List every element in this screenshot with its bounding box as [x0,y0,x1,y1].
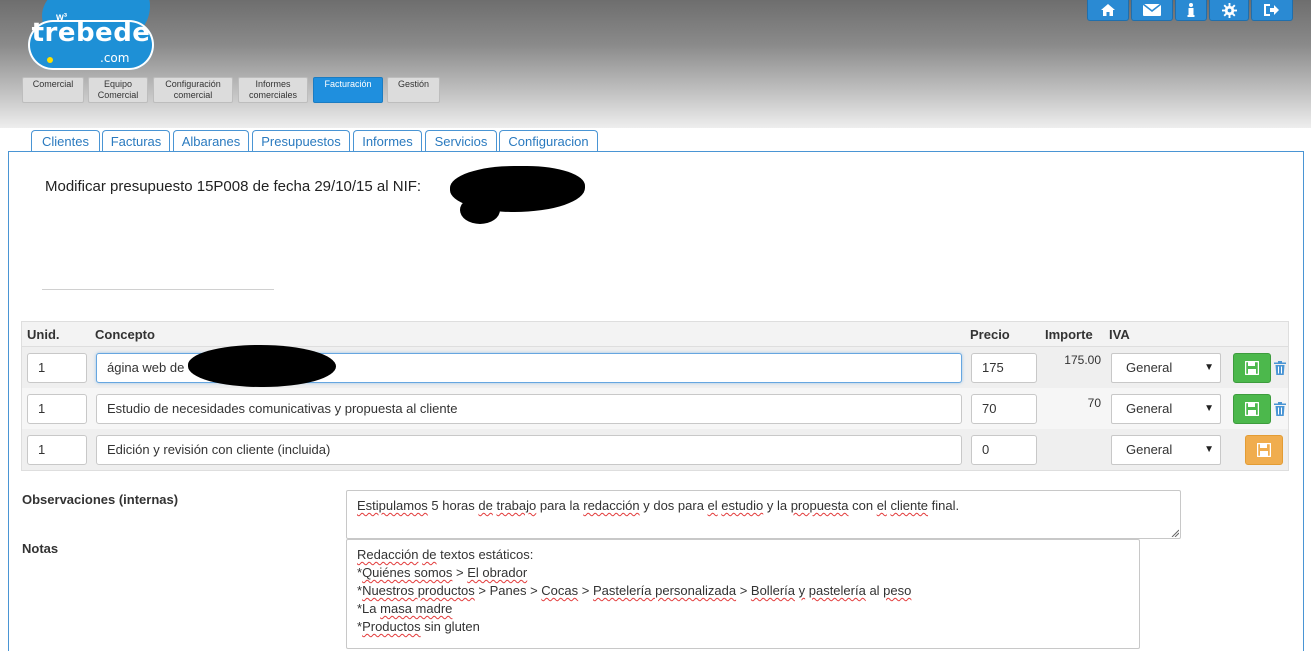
concepto-input[interactable]: Edición y revisión con cliente (incluida… [96,435,962,465]
observaciones-label: Observaciones (internas) [22,492,179,507]
info-icon [1187,3,1195,17]
unid-input[interactable]: 1 [27,353,87,383]
precio-input[interactable]: 70 [971,394,1037,424]
notas-label: Notas [22,541,59,556]
home-icon [1101,4,1115,16]
floppy-icon [1245,402,1259,416]
header-concepto: Concepto [95,327,155,342]
tab-informes[interactable]: Informes [353,130,422,152]
module-gestion[interactable]: Gestión [387,77,440,103]
envelope-icon [1143,4,1161,16]
tab-presupuestos[interactable]: Presupuestos [252,130,350,152]
importe-value: 70 [1087,396,1101,410]
logout-button[interactable] [1251,0,1293,21]
observaciones-textarea[interactable]: Estipulamos 5 horas de trabajo para la r… [346,490,1181,539]
logo-name: trebede [31,18,151,48]
concepto-input[interactable]: Estudio de necesidades comunicativas y p… [96,394,962,424]
trash-icon[interactable] [1274,361,1286,375]
redaction-blob [188,345,336,387]
tab-albaranes[interactable]: Albaranes [173,130,249,152]
header-iva: IVA [1109,327,1130,342]
save-row-button[interactable] [1233,353,1271,383]
redaction-blob [460,196,500,224]
save-new-row-button[interactable] [1245,435,1283,465]
logout-icon [1264,4,1279,16]
module-equipo-comercial[interactable]: Equipo Comercial [88,77,148,103]
page-title: Modificar presupuesto 15P008 de fecha 29… [45,178,422,195]
divider [42,289,274,290]
logo-domain: .com [100,51,130,65]
caret-down-icon: ▼ [1204,444,1214,455]
module-informes-comerciales[interactable]: Informes comerciales [238,77,308,103]
module-configuracion-comercial[interactable]: Configuración comercial [153,77,233,103]
header-importe: Importe [1045,327,1093,342]
header-unid: Unid. [27,327,60,342]
settings-button[interactable] [1209,0,1249,21]
notas-line: *Nuestros productos > Panes > Cocas > Pa… [357,583,912,598]
trash-icon[interactable] [1274,402,1286,416]
items-table-header: Unid. Concepto Precio Importe IVA [21,321,1289,347]
module-facturacion[interactable]: Facturación [313,77,383,103]
notas-line: *Productos sin gluten [357,619,480,634]
floppy-icon [1245,361,1259,375]
header-precio: Precio [970,327,1010,342]
caret-down-icon: ▼ [1204,403,1214,414]
iva-select[interactable]: General ▼ [1111,435,1221,465]
home-button[interactable] [1087,0,1129,21]
floppy-icon [1257,443,1271,457]
tab-facturas[interactable]: Facturas [102,130,170,152]
unid-input[interactable]: 1 [27,394,87,424]
precio-input[interactable]: 175 [971,353,1037,383]
tab-configuracion[interactable]: Configuracion [499,130,598,152]
notas-line: Redacción de textos estáticos: [357,547,534,562]
tab-clientes[interactable]: Clientes [31,130,100,152]
tab-servicios[interactable]: Servicios [425,130,497,152]
info-button[interactable] [1175,0,1207,21]
iva-select[interactable]: General ▼ [1111,394,1221,424]
importe-value: 175.00 [1064,353,1101,367]
resize-grip-icon[interactable] [1171,529,1179,537]
notas-textarea[interactable]: Redacción de textos estáticos: *Quiénes … [346,539,1140,649]
caret-down-icon: ▼ [1204,362,1214,373]
notas-line: *La masa madre [357,601,453,616]
unid-input[interactable]: 1 [27,435,87,465]
trebede-logo[interactable]: w³ trebede .com [28,0,154,72]
iva-select[interactable]: General ▼ [1111,353,1221,383]
save-row-button[interactable] [1233,394,1271,424]
notas-line: *Quiénes somos > El obrador [357,565,528,580]
gear-icon [1221,2,1237,18]
messages-button[interactable] [1131,0,1173,21]
precio-input[interactable]: 0 [971,435,1037,465]
module-comercial[interactable]: Comercial [22,77,84,103]
